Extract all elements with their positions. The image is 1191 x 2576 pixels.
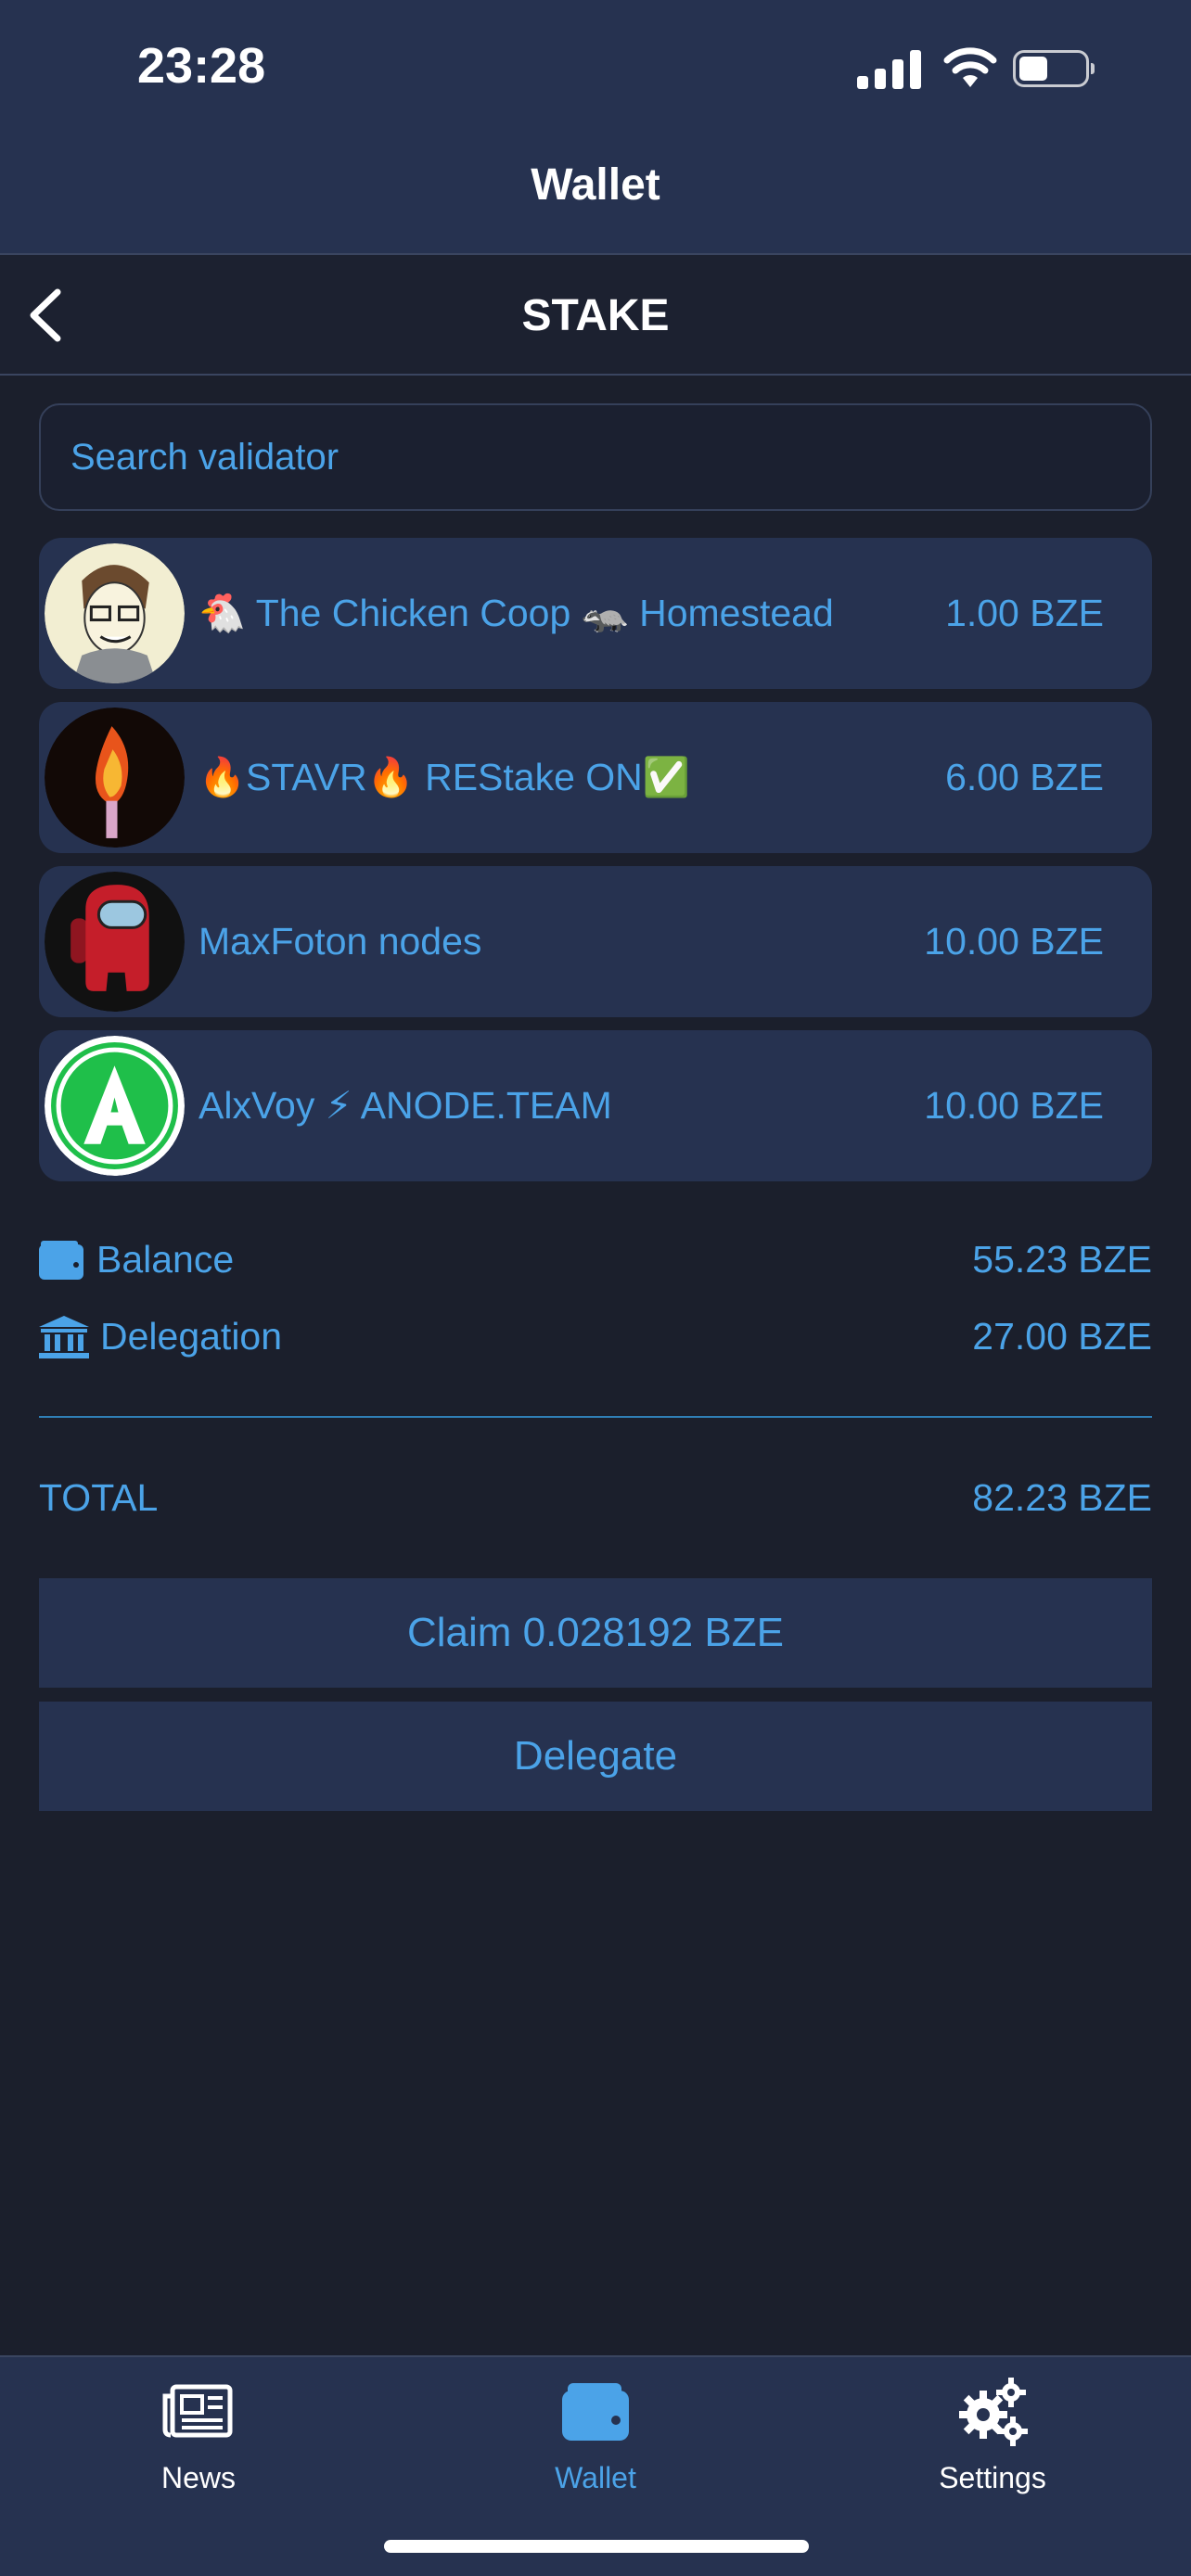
- validator-amount: 10.00 BZE: [924, 1084, 1104, 1127]
- tab-settings[interactable]: Settings: [853, 2357, 1132, 2524]
- total-label: TOTAL: [39, 1476, 159, 1519]
- delegation-value: 27.00 BZE: [972, 1315, 1152, 1358]
- top-bar: 23:28 Wallet: [0, 0, 1191, 253]
- tab-news-label: News: [160, 2461, 236, 2494]
- balance-label: Balance: [96, 1238, 235, 1281]
- validator-avatar: [45, 543, 185, 683]
- validator-amount: 6.00 BZE: [945, 756, 1104, 798]
- validator-name: MaxFoton nodes: [198, 920, 482, 963]
- home-indicator[interactable]: [384, 2540, 809, 2553]
- app-title: Wallet: [531, 160, 660, 210]
- gears-icon: [959, 2378, 1028, 2446]
- validator-list: 🐔 The Chicken Coop 🦡 Homestead 1.00 BZE …: [39, 538, 1152, 1194]
- search-box: [39, 403, 1152, 511]
- page-title: STAKE: [521, 291, 670, 340]
- validator-row[interactable]: 🔥STAVR🔥 REStake ON✅ 6.00 BZE: [39, 702, 1152, 853]
- sub-header: STAKE: [0, 253, 1191, 376]
- delegation-label-wrap: Delegation: [39, 1315, 282, 1358]
- validator-row[interactable]: MaxFoton nodes 10.00 BZE: [39, 866, 1152, 1017]
- status-time: 23:28: [137, 38, 266, 94]
- delegate-button[interactable]: Delegate: [39, 1702, 1152, 1811]
- balance-row: Balance 55.23 BZE: [39, 1238, 1152, 1294]
- validator-avatar: [45, 708, 185, 848]
- tab-wallet[interactable]: Wallet: [456, 2357, 735, 2524]
- validator-row[interactable]: 🐔 The Chicken Coop 🦡 Homestead 1.00 BZE: [39, 538, 1152, 689]
- balance-value: 55.23 BZE: [972, 1238, 1152, 1281]
- validator-avatar: [45, 872, 185, 1012]
- delegation-row: Delegation 27.00 BZE: [39, 1315, 1152, 1371]
- claim-button[interactable]: Claim 0.028192 BZE: [39, 1578, 1152, 1688]
- validator-amount: 10.00 BZE: [924, 920, 1104, 963]
- battery-icon: [1013, 50, 1095, 87]
- total-value: 82.23 BZE: [972, 1476, 1152, 1519]
- validator-avatar: [45, 1036, 185, 1176]
- total-row: TOTAL 82.23 BZE: [39, 1476, 1152, 1532]
- cellular-signal-icon: [857, 48, 922, 89]
- tab-settings-label: Settings: [939, 2461, 1046, 2494]
- tab-news[interactable]: News: [59, 2357, 338, 2524]
- wallet-icon: [562, 2383, 629, 2441]
- bank-icon: [39, 1315, 89, 1358]
- validator-name: 🔥STAVR🔥 REStake ON✅: [198, 756, 690, 798]
- delegation-label: Delegation: [100, 1315, 283, 1358]
- divider: [39, 1416, 1152, 1418]
- validator-name: 🐔 The Chicken Coop 🦡 Homestead: [198, 592, 834, 634]
- validator-row[interactable]: AlxVoy ⚡ ANODE.TEAM 10.00 BZE: [39, 1030, 1152, 1181]
- back-button[interactable]: [17, 283, 82, 348]
- tab-wallet-label: Wallet: [555, 2461, 636, 2494]
- balance-label-wrap: Balance: [39, 1238, 234, 1282]
- validator-amount: 1.00 BZE: [945, 592, 1104, 634]
- newspaper-icon: [162, 2384, 233, 2438]
- wallet-icon: [39, 1240, 83, 1280]
- validator-name: AlxVoy ⚡ ANODE.TEAM: [198, 1084, 612, 1127]
- search-validator-input[interactable]: [70, 436, 1121, 478]
- wifi-icon: [943, 47, 997, 87]
